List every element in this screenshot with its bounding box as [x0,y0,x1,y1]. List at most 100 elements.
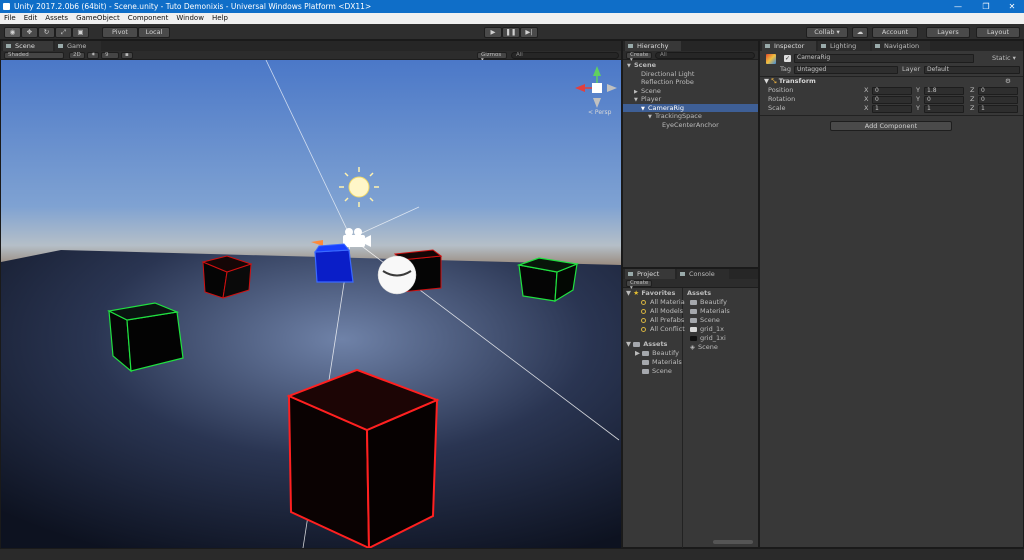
image-toggle[interactable]: ▪ [121,52,133,59]
audio-toggle[interactable]: 9 [101,52,119,59]
asset-item[interactable]: grid_1xi [684,334,759,342]
menu-component[interactable]: Component [124,13,173,24]
asset-item-label: Beautify [700,298,727,306]
toggle-2d-button[interactable]: 2D [69,52,85,59]
tab-project[interactable]: Project [625,269,675,279]
favorite-item[interactable]: All Models [623,307,683,315]
pause-button[interactable]: ❚❚ [502,27,520,38]
local-button[interactable]: Local [138,27,170,38]
collab-button[interactable]: Collab ▾ [806,27,848,38]
menu-edit[interactable]: Edit [20,13,42,24]
move-tool-button[interactable]: ✥ [21,27,38,38]
axis-z-label: Z [970,104,975,112]
asset-item[interactable]: grid_1x [684,325,759,333]
cube-blue[interactable] [314,243,354,283]
tab-inspector[interactable]: Inspector [762,41,816,51]
white-sphere[interactable] [377,255,417,295]
layers-dropdown[interactable]: Layers [926,27,970,38]
tab-hierarchy[interactable]: Hierarchy [625,41,681,51]
hierarchy-item[interactable]: Reflection Probe [623,78,758,86]
hierarchy-item[interactable]: ▼ Player [623,95,758,103]
tab-console[interactable]: Console [677,269,729,279]
asset-tree-item[interactable]: ▶ Beautify [623,349,682,357]
hierarchy-create-button[interactable]: Create ▾ [626,52,652,63]
cube-red-large[interactable] [286,368,440,548]
lighting-toggle[interactable]: ✷ [87,52,99,59]
gizmos-dropdown[interactable]: Gizmos ▾ [477,52,507,63]
component-settings-icon[interactable]: ⚙ [1005,77,1011,85]
transform-rotation-y-field[interactable]: 0 [924,96,964,104]
close-button[interactable]: ✕ [998,0,1024,13]
asset-item[interactable]: Beautify [684,298,759,306]
hierarchy-item[interactable]: ▶ Scene [623,87,758,95]
active-checkbox[interactable]: ✓ [784,55,791,62]
texture-icon [690,335,697,341]
assets-header[interactable]: ▼ Assets [623,340,682,348]
favorite-item[interactable]: All Materia [623,298,685,306]
menu-help[interactable]: Help [208,13,232,24]
transform-position-x-field[interactable]: 0 [872,87,912,95]
step-button[interactable]: ▶| [520,27,538,38]
transform-header[interactable]: ▼ ⤡ Transform [764,77,816,85]
play-button[interactable]: ▶ [484,27,502,38]
asset-item[interactable]: Scene [684,316,759,324]
tab-lighting[interactable]: Lighting [818,41,870,51]
transform-rotation-z-field[interactable]: 0 [978,96,1018,104]
hierarchy-item[interactable]: ▼ TrackingSpace [623,112,758,120]
favorites-header[interactable]: ▼ ★ Favorites [623,289,682,297]
cloud-button[interactable]: ☁ [852,27,868,38]
hierarchy-item[interactable]: Directional Light [623,70,758,78]
add-component-button[interactable]: Add Component [830,121,952,131]
scene-viewport[interactable]: < Persp [1,60,621,548]
tab-navigation[interactable]: Navigation [872,41,930,51]
hierarchy-item[interactable]: EyeCenterAnchor [623,121,758,129]
hierarchy-item-label: Directional Light [641,69,695,78]
transform-position-y-field[interactable]: 1.8 [924,87,964,95]
console-icon [680,272,685,276]
pivot-button[interactable]: Pivot [102,27,138,38]
asset-item[interactable]: Materials [684,307,759,315]
hand-tool-button[interactable]: ◉ [4,27,21,38]
asset-item[interactable]: ◈ Scene [684,343,759,351]
maximize-button[interactable]: ❐ [972,0,1000,13]
menu-window[interactable]: Window [172,13,208,24]
object-name-field[interactable]: CameraRig [794,54,974,63]
shading-dropdown[interactable]: Shaded [4,52,64,59]
rect-tool-button[interactable]: ▣ [72,27,89,38]
icon-size-slider[interactable] [713,540,753,544]
lighting-icon [821,44,826,48]
asset-tree-item[interactable]: Materials [623,358,682,366]
tab-scene[interactable]: Scene [3,41,53,51]
scene-search-input[interactable]: All [511,52,619,59]
hierarchy-search-input[interactable]: All [655,52,755,59]
menu-assets[interactable]: Assets [41,13,72,24]
static-dropdown[interactable]: Static ▾ [992,54,1016,62]
asset-tree-item[interactable]: Scene [623,367,682,375]
transform-position-z-field[interactable]: 0 [978,87,1018,95]
hierarchy-tabbar: Hierarchy [623,41,758,51]
favorite-item[interactable]: All Conflict [623,325,685,333]
transform-scale-x-field[interactable]: 1 [872,105,912,113]
menu-gameobject[interactable]: GameObject [72,13,124,24]
rotate-tool-button[interactable]: ↻ [38,27,55,38]
project-subbar: Create ▾ [623,279,758,291]
layout-dropdown[interactable]: Layout [976,27,1020,38]
tag-dropdown[interactable]: Untagged [794,66,898,74]
hierarchy-item[interactable]: ▼ CameraRig [623,103,758,112]
transform-scale-z-field[interactable]: 1 [978,105,1018,113]
hierarchy-item[interactable]: ▼ Scene [623,61,758,69]
minimize-button[interactable]: — [944,0,972,13]
transform-rotation-x-field[interactable]: 0 [872,96,912,104]
account-button[interactable]: Account [872,27,918,38]
project-create-button[interactable]: Create ▾ [626,280,652,291]
transform-scale-y-field[interactable]: 1 [924,105,964,113]
hierarchy-subbar: Create ▾ All [623,51,758,63]
scale-tool-button[interactable]: ⤢ [55,27,72,38]
favorite-item[interactable]: All Prefabs [623,316,684,324]
transform-title: Transform [778,77,816,85]
cube-green-left[interactable] [107,302,184,373]
menu-file[interactable]: File [0,13,20,24]
tab-game[interactable]: Game [55,41,101,51]
layer-dropdown[interactable]: Default [924,66,1020,74]
cube-dark-red-left[interactable] [201,255,253,299]
